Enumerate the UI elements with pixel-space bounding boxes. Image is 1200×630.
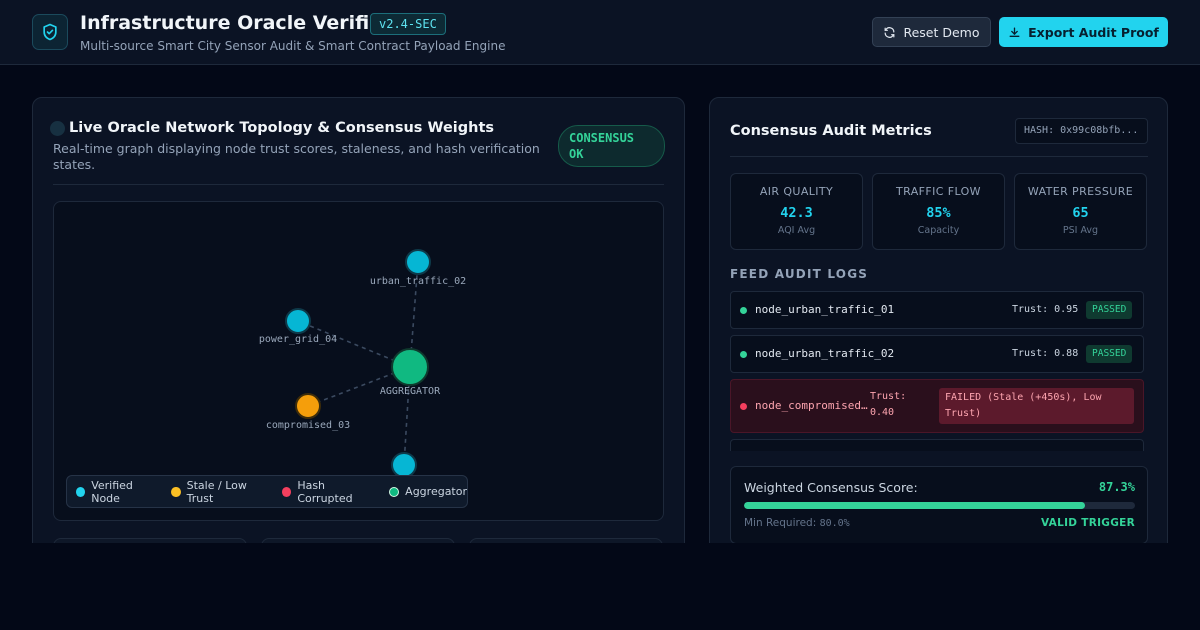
metric-label: TRAFFIC FLOW — [896, 185, 981, 198]
log-row[interactable]: node_urban_traffic_02 Trust: 0.88 PASSED — [730, 335, 1144, 373]
min-required-value: 80.0% — [819, 518, 850, 529]
min-required-label: Min Required: — [744, 517, 817, 529]
metrics-panel: Consensus Audit Metrics HASH: 0x99c08bfb… — [709, 97, 1168, 557]
consensus-status-badge: CONSENSUS OK — [558, 125, 665, 167]
app-header: Infrastructure Oracle Verifier v2.4-SEC … — [0, 0, 1200, 65]
log-trust: Trust: 0.95 — [1012, 304, 1079, 315]
version-badge: v2.4-SEC — [370, 13, 446, 35]
score-value: 87.3% — [1098, 480, 1135, 494]
consensus-score-card: Weighted Consensus Score: 87.3% Min Requ… — [730, 466, 1148, 544]
metric-sub: PSI Avg — [1062, 225, 1099, 236]
metric-card-air-quality: AIR QUALITY 42.3 AQI Avg — [730, 173, 863, 250]
export-audit-proof-button[interactable]: Export Audit Proof — [999, 17, 1168, 47]
metric-label: WATER PRESSURE — [1027, 185, 1134, 198]
metric-sub: AQI Avg — [777, 225, 816, 236]
legend-label: Stale / Low Trust — [186, 478, 247, 505]
legend-item-stale: Stale / Low Trust — [171, 479, 270, 505]
metric-value: 42.3 — [780, 205, 813, 221]
legend-swatch — [171, 486, 181, 497]
legend-item-corrupted: Hash Corrupted — [282, 479, 377, 505]
metric-value: 65 — [1072, 205, 1089, 221]
node-label-urban-traffic-02: urban_traffic_02 — [370, 276, 466, 287]
score-progress-bar — [744, 502, 1135, 509]
divider — [730, 156, 1148, 157]
graph-legend: Verified Node Stale / Low Trust Hash Cor… — [66, 475, 468, 508]
log-row[interactable] — [730, 439, 1144, 451]
log-node-name: node_urban_traffic_02 — [755, 347, 895, 360]
score-label: Weighted Consensus Score: — [744, 480, 918, 495]
status-dot — [740, 403, 747, 410]
log-row[interactable]: node_compromised… Trust: 0.40 FAILED (St… — [730, 379, 1144, 433]
feed-audit-log-list[interactable]: node_urban_traffic_01 Trust: 0.95 PASSED… — [730, 291, 1144, 451]
log-trust: Trust: 0.40 — [870, 391, 907, 418]
download-icon — [1009, 27, 1020, 37]
log-row[interactable]: node_urban_traffic_01 Trust: 0.95 PASSED — [730, 291, 1144, 329]
app-title: Infrastructure Oracle Verifier — [80, 12, 392, 34]
legend-swatch — [76, 486, 86, 497]
metric-card-traffic-flow: TRAFFIC FLOW 85% Capacity — [872, 173, 1005, 250]
topology-panel: Live Oracle Network Topology & Consensus… — [32, 97, 685, 568]
node-bottom[interactable] — [391, 452, 417, 478]
page-bottom — [0, 543, 1200, 630]
node-power-grid-04[interactable] — [285, 308, 311, 334]
legend-label: Aggregator — [405, 485, 467, 498]
divider — [53, 184, 664, 185]
topology-description: Real-time graph displaying node trust sc… — [53, 141, 540, 172]
node-aggregator[interactable] — [391, 348, 429, 386]
legend-swatch — [282, 486, 292, 497]
node-urban-traffic-02[interactable] — [405, 249, 431, 275]
passed-badge: PASSED — [1086, 345, 1133, 363]
metric-value: 85% — [926, 205, 951, 221]
node-label-power-grid-04: power_grid_04 — [259, 334, 337, 345]
node-label-aggregator: AGGREGATOR — [380, 386, 441, 397]
legend-label: Verified Node — [91, 478, 133, 505]
reset-demo-button[interactable]: Reset Demo — [872, 17, 991, 47]
metric-label: AIR QUALITY — [759, 185, 834, 198]
audit-hash[interactable]: HASH: 0x99c08bfb... — [1015, 118, 1148, 144]
log-node-name: node_urban_traffic_01 — [755, 303, 895, 316]
export-audit-proof-label: Export Audit Proof — [1028, 24, 1159, 40]
refresh-icon — [885, 26, 895, 38]
legend-label: Hash Corrupted — [297, 478, 353, 505]
shield-check-icon — [32, 14, 68, 50]
legend-item-verified: Verified Node — [76, 479, 159, 505]
metric-sub: Capacity — [917, 225, 960, 236]
failed-badge: FAILED (Stale (+450s), Low Trust) — [939, 388, 1134, 424]
node-compromised-03[interactable] — [295, 393, 321, 419]
legend-swatch — [389, 486, 400, 497]
metric-card-water-pressure: WATER PRESSURE 65 PSI Avg — [1014, 173, 1147, 250]
network-icon — [50, 121, 65, 136]
node-label-compromised-03: compromised_03 — [266, 420, 350, 431]
app-subtitle: Multi-source Smart City Sensor Audit & S… — [80, 39, 506, 53]
status-dot — [740, 307, 747, 314]
status-dot — [740, 351, 747, 358]
reset-demo-label: Reset Demo — [903, 24, 980, 40]
score-progress-fill — [744, 502, 1086, 509]
topology-graph[interactable]: urban_traffic_02 power_grid_04 AGGREGATO… — [53, 201, 664, 521]
log-trust: Trust: 0.88 — [1012, 348, 1079, 359]
feed-audit-logs-heading: FEED AUDIT LOGS — [730, 267, 869, 281]
metrics-title: Consensus Audit Metrics — [730, 123, 932, 139]
min-required: Min Required: 80.0% — [744, 517, 850, 529]
graph-canvas: urban_traffic_02 power_grid_04 AGGREGATO… — [259, 249, 466, 478]
passed-badge: PASSED — [1086, 301, 1133, 319]
legend-item-aggregator: Aggregator — [389, 485, 467, 498]
topology-title: Live Oracle Network Topology & Consensus… — [69, 120, 495, 136]
log-node-name: node_compromised… — [755, 399, 868, 412]
valid-trigger-status: VALID TRIGGER — [1040, 517, 1135, 529]
